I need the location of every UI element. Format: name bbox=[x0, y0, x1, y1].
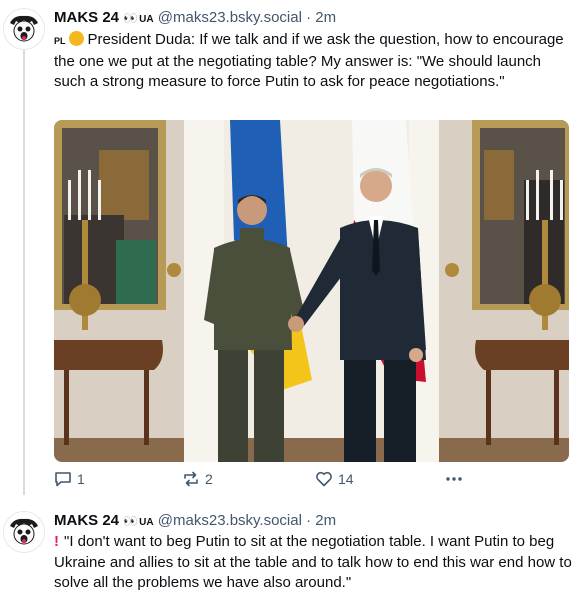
author-name[interactable]: MAKS 24 bbox=[54, 512, 119, 529]
post-image[interactable] bbox=[54, 120, 569, 462]
like-icon bbox=[316, 471, 332, 487]
country-tag: UA bbox=[139, 517, 154, 528]
post-body: President Duda: If we talk and if we ask… bbox=[54, 31, 564, 90]
repost-icon bbox=[184, 471, 198, 487]
language-tag: PL bbox=[54, 36, 66, 46]
country-tag: UA bbox=[139, 14, 154, 25]
avatar[interactable] bbox=[3, 8, 45, 50]
eyes-emoji: 👀 bbox=[123, 11, 139, 25]
reply-button[interactable]: 1 bbox=[54, 470, 85, 488]
post-header: MAKS 24 👀UA @maks23.bsky.social · 2m bbox=[54, 9, 336, 29]
reply-count: 1 bbox=[77, 471, 85, 487]
author-handle[interactable]: @maks23.bsky.social bbox=[158, 9, 302, 26]
post[interactable]: MAKS 24 👀UA @maks23.bsky.social · 2m PL P… bbox=[0, 0, 579, 500]
author-name[interactable]: MAKS 24 bbox=[54, 9, 119, 26]
author-handle[interactable]: @maks23.bsky.social bbox=[158, 512, 302, 529]
clap-emoji bbox=[68, 31, 84, 46]
more-icon bbox=[446, 477, 462, 481]
like-button[interactable]: 14 bbox=[315, 470, 354, 488]
post-text: ! "I don't want to beg Putin to sit at th… bbox=[54, 532, 572, 594]
exclamation-emoji: ! bbox=[54, 533, 59, 550]
post[interactable]: MAKS 24 👀UA @maks23.bsky.social · 2m ! "I… bbox=[0, 505, 579, 600]
separator: · bbox=[306, 512, 312, 529]
more-button[interactable] bbox=[444, 470, 469, 488]
avatar[interactable] bbox=[3, 511, 45, 553]
post-header: MAKS 24 👀UA @maks23.bsky.social · 2m bbox=[54, 512, 336, 532]
post-actions: 1 2 14 bbox=[54, 470, 569, 494]
reply-icon bbox=[55, 472, 71, 487]
repost-count: 2 bbox=[205, 471, 213, 487]
post-body: "I don't want to beg Putin to sit at the… bbox=[54, 533, 572, 591]
post-time[interactable]: 2m bbox=[315, 9, 336, 26]
repost-button[interactable]: 2 bbox=[182, 470, 213, 488]
separator: · bbox=[306, 9, 312, 26]
post-text: PL President Duda: If we talk and if we a… bbox=[54, 30, 572, 93]
like-count: 14 bbox=[338, 471, 354, 487]
post-time[interactable]: 2m bbox=[315, 512, 336, 529]
eyes-emoji: 👀 bbox=[123, 514, 139, 528]
